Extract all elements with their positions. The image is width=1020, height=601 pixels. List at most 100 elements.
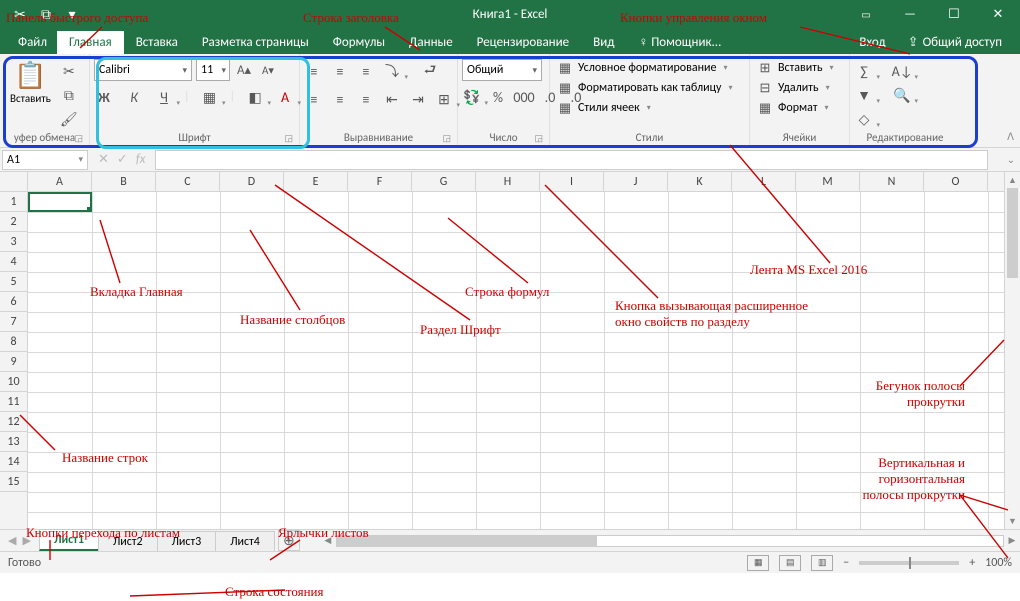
select-all-button[interactable] [0, 172, 28, 191]
dialog-launcher-icon[interactable]: ◲ [442, 133, 451, 144]
cancel-formula-icon[interactable]: ✕ [98, 152, 109, 167]
tab-review[interactable]: Рецензирование [465, 31, 581, 54]
page-layout-view-icon[interactable]: ▤ [779, 555, 801, 571]
row-header[interactable]: 5 [0, 272, 27, 292]
enter-formula-icon[interactable]: ✓ [117, 152, 128, 167]
tab-view[interactable]: Вид [581, 31, 626, 54]
decrease-decimal-icon[interactable]: .0 [566, 87, 586, 107]
signin-button[interactable]: Вход [849, 31, 895, 54]
formula-input[interactable] [155, 150, 988, 170]
row-header[interactable]: 3 [0, 232, 27, 252]
fill-icon[interactable]: ▼ [854, 85, 874, 105]
add-sheet-button[interactable]: ⊕ [278, 530, 300, 551]
close-icon[interactable]: ✕ [976, 0, 1020, 28]
percent-icon[interactable]: % [488, 87, 508, 107]
italic-button[interactable]: К [124, 87, 144, 107]
fx-icon[interactable]: fx [136, 152, 146, 167]
scroll-thumb[interactable] [1007, 188, 1018, 278]
tab-formulas[interactable]: Формулы [321, 31, 397, 54]
copy-icon[interactable]: ⧉ [38, 6, 54, 22]
cells-area[interactable] [28, 192, 1020, 529]
format-painter-icon[interactable]: 🖌 [59, 109, 79, 129]
column-header[interactable]: N [860, 172, 924, 191]
column-header[interactable]: F [348, 172, 412, 191]
share-button[interactable]: ⇪ Общий доступ [898, 31, 1012, 54]
tab-insert[interactable]: Вставка [124, 31, 190, 54]
zoom-in-icon[interactable]: + [969, 556, 975, 570]
shrink-font-icon[interactable]: A▾ [258, 60, 278, 80]
column-header[interactable]: K [668, 172, 732, 191]
currency-icon[interactable]: 💱 [462, 87, 482, 107]
indent-increase-icon[interactable]: ⇥ [408, 89, 428, 109]
column-header[interactable]: C [156, 172, 220, 191]
row-header[interactable]: 12 [0, 412, 27, 432]
clear-icon[interactable]: ◇ [854, 109, 874, 129]
row-header[interactable]: 13 [0, 432, 27, 452]
font-size-select[interactable]: 11 [196, 59, 230, 81]
align-middle-icon[interactable]: ≡ [330, 61, 350, 81]
wrap-text-icon[interactable]: ⮐ [420, 61, 440, 81]
conditional-formatting-button[interactable]: ▦Условное форматирование [554, 59, 730, 77]
row-header[interactable]: 14 [0, 452, 27, 472]
tab-help[interactable]: ♀ Помощник... [626, 30, 733, 54]
row-header[interactable]: 8 [0, 332, 27, 352]
cut-icon[interactable]: ✂ [59, 61, 79, 81]
underline-button[interactable]: Ч [154, 87, 174, 107]
sheet-tab[interactable]: Лист1 [39, 529, 99, 551]
qat-customize-icon[interactable]: ▾ [64, 6, 80, 22]
row-header[interactable]: 7 [0, 312, 27, 332]
insert-cells-button[interactable]: ⊞Вставить [754, 59, 837, 77]
row-header[interactable]: 2 [0, 212, 27, 232]
column-header[interactable]: H [476, 172, 540, 191]
font-color-icon[interactable]: A [275, 87, 295, 107]
sheet-tab[interactable]: Лист4 [215, 531, 275, 551]
ribbon-options-icon[interactable]: ▭ [844, 0, 888, 28]
delete-cells-button[interactable]: ⊟Удалить [754, 79, 833, 97]
increase-decimal-icon[interactable]: .0 [540, 87, 560, 107]
align-left-icon[interactable]: ≡ [304, 89, 324, 109]
font-name-select[interactable]: Calibri [94, 59, 192, 81]
tab-data[interactable]: Данные [397, 31, 465, 54]
column-header[interactable]: E [284, 172, 348, 191]
zoom-level[interactable]: 100% [985, 556, 1012, 570]
column-header[interactable]: A [28, 172, 92, 191]
row-header[interactable]: 15 [0, 472, 27, 492]
sort-filter-icon[interactable]: A↓ [892, 61, 912, 81]
format-cells-button[interactable]: ▦Формат [754, 99, 832, 117]
dialog-launcher-icon[interactable]: ◲ [534, 133, 543, 144]
merge-icon[interactable]: ⊞ [434, 89, 454, 109]
cut-icon[interactable]: ✂ [12, 6, 28, 22]
dialog-launcher-icon[interactable]: ◲ [284, 133, 293, 144]
align-bottom-icon[interactable]: ≡ [356, 61, 376, 81]
normal-view-icon[interactable]: ▦ [747, 555, 769, 571]
scroll-down-icon[interactable]: ▼ [1005, 513, 1020, 529]
sheet-tab[interactable]: Лист3 [157, 531, 217, 551]
hscroll-thumb[interactable] [337, 536, 597, 546]
align-right-icon[interactable]: ≡ [356, 89, 376, 109]
dialog-launcher-icon[interactable]: ◲ [74, 133, 83, 144]
copy-icon[interactable]: ⧉ [59, 85, 79, 105]
collapse-ribbon-icon[interactable]: ᐱ [1007, 130, 1014, 143]
column-header[interactable]: I [540, 172, 604, 191]
scroll-left-icon[interactable]: ◀ [320, 535, 336, 546]
column-header[interactable]: J [604, 172, 668, 191]
borders-icon[interactable]: ▦ [200, 87, 220, 107]
find-select-icon[interactable]: 🔍 [892, 85, 912, 105]
zoom-out-icon[interactable]: − [843, 556, 849, 570]
vertical-scrollbar[interactable]: ▲ ▼ [1004, 172, 1020, 529]
horizontal-scrollbar[interactable]: ◀ ▶ [320, 530, 1020, 551]
number-format-select[interactable]: Общий [462, 59, 542, 81]
row-header[interactable]: 9 [0, 352, 27, 372]
align-center-icon[interactable]: ≡ [330, 89, 350, 109]
page-break-view-icon[interactable]: ▥ [811, 555, 833, 571]
comma-icon[interactable]: 000 [514, 87, 534, 107]
bold-button[interactable]: Ж [94, 87, 114, 107]
expand-formula-bar-icon[interactable]: ⌄ [1006, 153, 1020, 166]
maximize-icon[interactable]: ☐ [932, 0, 976, 28]
scroll-up-icon[interactable]: ▲ [1005, 172, 1020, 188]
tab-home[interactable]: Главная [57, 31, 124, 54]
sheet-tab[interactable]: Лист2 [98, 531, 158, 551]
row-header[interactable]: 11 [0, 392, 27, 412]
column-header[interactable]: O [924, 172, 988, 191]
orientation-icon[interactable]: ⤵ [382, 61, 402, 81]
